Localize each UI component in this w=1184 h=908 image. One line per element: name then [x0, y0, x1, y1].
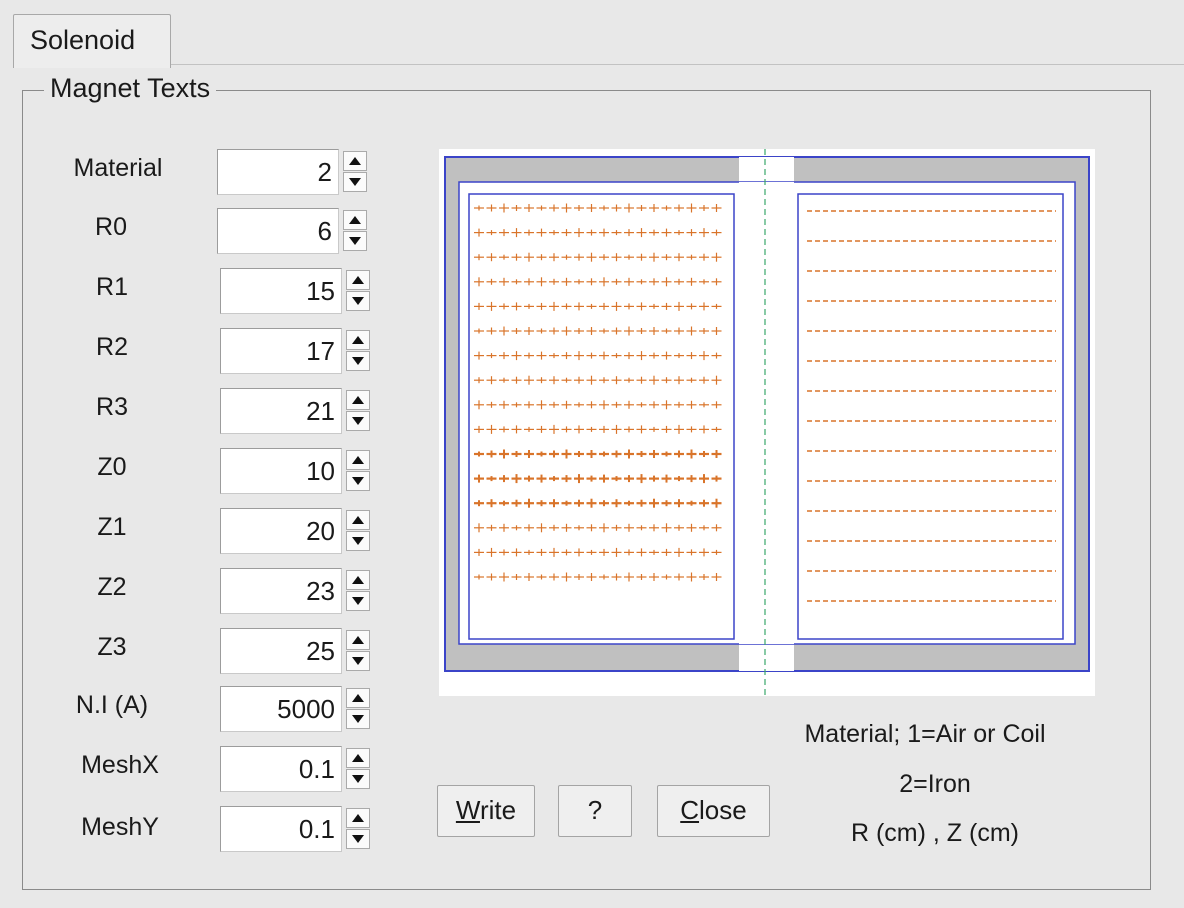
increment-arrow-icon[interactable] [346, 688, 370, 708]
iron-gap-bottom [739, 641, 794, 671]
increment-arrow-icon[interactable] [346, 630, 370, 650]
decrement-arrow-icon[interactable] [346, 471, 370, 491]
increment-arrow-icon[interactable] [346, 748, 370, 768]
label-r1: R1 [96, 273, 128, 301]
label-r2: R2 [96, 333, 128, 361]
decrement-arrow-icon[interactable] [346, 829, 370, 849]
label-z2: Z2 [97, 573, 127, 601]
label-meshy: MeshY [81, 813, 159, 841]
material-stepper[interactable] [341, 150, 369, 194]
ni-stepper[interactable] [344, 687, 372, 731]
tab-strip-line [171, 64, 1184, 65]
decrement-arrow-icon[interactable] [346, 709, 370, 729]
label-r0: R0 [95, 213, 127, 241]
coil-region-right [797, 193, 1064, 640]
decrement-arrow-icon[interactable] [343, 231, 367, 251]
coil-region-left [468, 193, 735, 640]
meshx-input[interactable]: 0.1 [220, 746, 342, 792]
z0-input[interactable]: 10 [220, 448, 342, 494]
label-z1: Z1 [97, 513, 127, 541]
ni-input[interactable]: 5000 [220, 686, 342, 732]
material-input[interactable]: 2 [217, 149, 339, 195]
decrement-arrow-icon[interactable] [346, 411, 370, 431]
r2-input[interactable]: 17 [220, 328, 342, 374]
decrement-arrow-icon[interactable] [346, 769, 370, 789]
z3-stepper[interactable] [344, 629, 372, 673]
central-bore [739, 182, 794, 644]
decrement-arrow-icon[interactable] [346, 291, 370, 311]
r3-input[interactable]: 21 [220, 388, 342, 434]
close-button[interactable]: Close [657, 785, 770, 837]
increment-arrow-icon[interactable] [346, 450, 370, 470]
increment-arrow-icon[interactable] [346, 330, 370, 350]
material-legend-line1: Material; 1=Air or Coil [804, 720, 1046, 748]
increment-arrow-icon[interactable] [346, 510, 370, 530]
label-z3: Z3 [97, 633, 127, 661]
solenoid-preview-svg [444, 149, 1090, 696]
z0-stepper[interactable] [344, 449, 372, 493]
decrement-arrow-icon[interactable] [346, 531, 370, 551]
increment-arrow-icon[interactable] [346, 270, 370, 290]
meshy-input[interactable]: 0.1 [220, 806, 342, 852]
label-ni: N.I (A) [75, 691, 149, 719]
r1-input[interactable]: 15 [220, 268, 342, 314]
decrement-arrow-icon[interactable] [343, 172, 367, 192]
label-z0: Z0 [97, 453, 127, 481]
label-material: Material [73, 154, 163, 182]
write-button[interactable]: Write [437, 785, 535, 837]
z1-input[interactable]: 20 [220, 508, 342, 554]
increment-arrow-icon[interactable] [346, 390, 370, 410]
increment-arrow-icon[interactable] [343, 151, 367, 171]
r2-stepper[interactable] [344, 329, 372, 373]
z3-input[interactable]: 25 [220, 628, 342, 674]
r0-stepper[interactable] [341, 209, 369, 253]
increment-arrow-icon[interactable] [343, 210, 367, 230]
z1-stepper[interactable] [344, 509, 372, 553]
group-title: Magnet Texts [44, 72, 217, 104]
label-r3: R3 [96, 393, 128, 421]
increment-arrow-icon[interactable] [346, 570, 370, 590]
z2-input[interactable]: 23 [220, 568, 342, 614]
r1-stepper[interactable] [344, 269, 372, 313]
tab-solenoid[interactable]: Solenoid [13, 14, 171, 68]
r0-input[interactable]: 6 [217, 208, 339, 254]
z2-stepper[interactable] [344, 569, 372, 613]
units-note: R (cm) , Z (cm) [850, 819, 1019, 847]
decrement-arrow-icon[interactable] [346, 651, 370, 671]
decrement-arrow-icon[interactable] [346, 351, 370, 371]
r3-stepper[interactable] [344, 389, 372, 433]
decrement-arrow-icon[interactable] [346, 591, 370, 611]
meshx-stepper[interactable] [344, 747, 372, 791]
label-meshx: MeshX [81, 751, 159, 779]
material-legend-line2: 2=Iron [899, 770, 971, 798]
increment-arrow-icon[interactable] [346, 808, 370, 828]
solenoid-preview-canvas [439, 149, 1095, 696]
meshy-stepper[interactable] [344, 807, 372, 851]
help-button[interactable]: ? [558, 785, 632, 837]
